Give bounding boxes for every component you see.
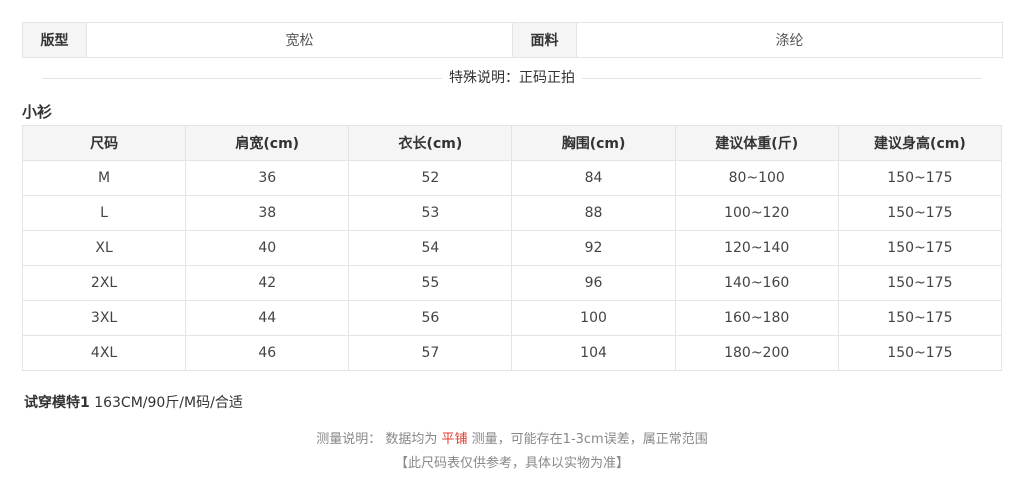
table-row: XL 40 54 92 120~140 150~175 <box>21 230 1003 266</box>
size-table: 尺码 肩宽(cm) 衣长(cm) 胸围(cm) 建议体重(斤) 建议身高(cm)… <box>21 125 1003 371</box>
cell-height: 150~175 <box>837 195 1003 231</box>
measurement-note: 测量说明： 数据均为 平铺 测量，可能存在1-3cm误差，属正常范围 <box>0 428 1024 447</box>
attribute-row: 版型 宽松 面料 涤纶 <box>22 22 1003 58</box>
cell-weight: 120~140 <box>674 230 839 266</box>
cell-size: L <box>21 195 187 231</box>
cell-shoulder: 38 <box>185 195 350 231</box>
cell-height: 150~175 <box>837 160 1003 196</box>
fit-label: 版型 <box>22 22 87 58</box>
special-note: 特殊说明：正码正拍 <box>443 70 581 86</box>
cell-size: M <box>21 160 187 196</box>
header-shoulder: 肩宽(cm) <box>185 125 350 161</box>
cell-bust: 92 <box>511 230 676 266</box>
model-details: 163CM/90斤/M码/合适 <box>89 395 243 411</box>
cell-bust: 100 <box>511 300 676 336</box>
cell-size: 2XL <box>21 265 187 301</box>
cell-weight: 160~180 <box>674 300 839 336</box>
cell-length: 54 <box>348 230 513 266</box>
header-height: 建议身高(cm) <box>837 125 1003 161</box>
measurement-note-prefix: 测量说明： 数据均为 <box>316 432 442 447</box>
table-row: M 36 52 84 80~100 150~175 <box>21 160 1003 196</box>
cell-shoulder: 40 <box>185 230 350 266</box>
special-note-line: 特殊说明：正码正拍 <box>22 68 1002 88</box>
table-row: 3XL 44 56 100 160~180 150~175 <box>21 300 1003 336</box>
model-info: 试穿模特1 163CM/90斤/M码/合适 <box>24 392 243 412</box>
cell-length: 53 <box>348 195 513 231</box>
fit-value: 宽松 <box>86 22 513 58</box>
cell-bust: 88 <box>511 195 676 231</box>
cell-height: 150~175 <box>837 300 1003 336</box>
header-length: 衣长(cm) <box>348 125 513 161</box>
table-row: 4XL 46 57 104 180~200 150~175 <box>21 335 1003 371</box>
fabric-label: 面料 <box>512 22 577 58</box>
cell-weight: 100~120 <box>674 195 839 231</box>
cell-size: 4XL <box>21 335 187 371</box>
cell-shoulder: 42 <box>185 265 350 301</box>
cell-weight: 180~200 <box>674 335 839 371</box>
cell-height: 150~175 <box>837 230 1003 266</box>
cell-height: 150~175 <box>837 265 1003 301</box>
cell-height: 150~175 <box>837 335 1003 371</box>
fabric-value: 涤纶 <box>576 22 1003 58</box>
measurement-method-highlight: 平铺 <box>441 432 468 447</box>
disclaimer: 【此尺码表仅供参考，具体以实物为准】 <box>394 456 629 471</box>
cell-length: 56 <box>348 300 513 336</box>
header-size: 尺码 <box>21 125 187 161</box>
cell-weight: 140~160 <box>674 265 839 301</box>
attribute-table: 版型 宽松 面料 涤纶 <box>22 22 1003 58</box>
model-label: 试穿模特1 <box>24 395 90 411</box>
cell-bust: 96 <box>511 265 676 301</box>
cell-bust: 84 <box>511 160 676 196</box>
header-bust: 胸围(cm) <box>511 125 676 161</box>
cell-shoulder: 36 <box>185 160 350 196</box>
cell-shoulder: 44 <box>185 300 350 336</box>
table-row: 2XL 42 55 96 140~160 150~175 <box>21 265 1003 301</box>
cell-bust: 104 <box>511 335 676 371</box>
cell-length: 55 <box>348 265 513 301</box>
measurement-note-suffix: 测量，可能存在1-3cm误差，属正常范围 <box>467 432 708 447</box>
cell-size: XL <box>21 230 187 266</box>
cell-length: 57 <box>348 335 513 371</box>
table-row: L 38 53 88 100~120 150~175 <box>21 195 1003 231</box>
section-title: 小衫 <box>22 103 53 121</box>
cell-shoulder: 46 <box>185 335 350 371</box>
cell-weight: 80~100 <box>674 160 839 196</box>
header-weight: 建议体重(斤) <box>674 125 839 161</box>
cell-size: 3XL <box>21 300 187 336</box>
cell-length: 52 <box>348 160 513 196</box>
size-table-header: 尺码 肩宽(cm) 衣长(cm) 胸围(cm) 建议体重(斤) 建议身高(cm) <box>21 125 1003 161</box>
